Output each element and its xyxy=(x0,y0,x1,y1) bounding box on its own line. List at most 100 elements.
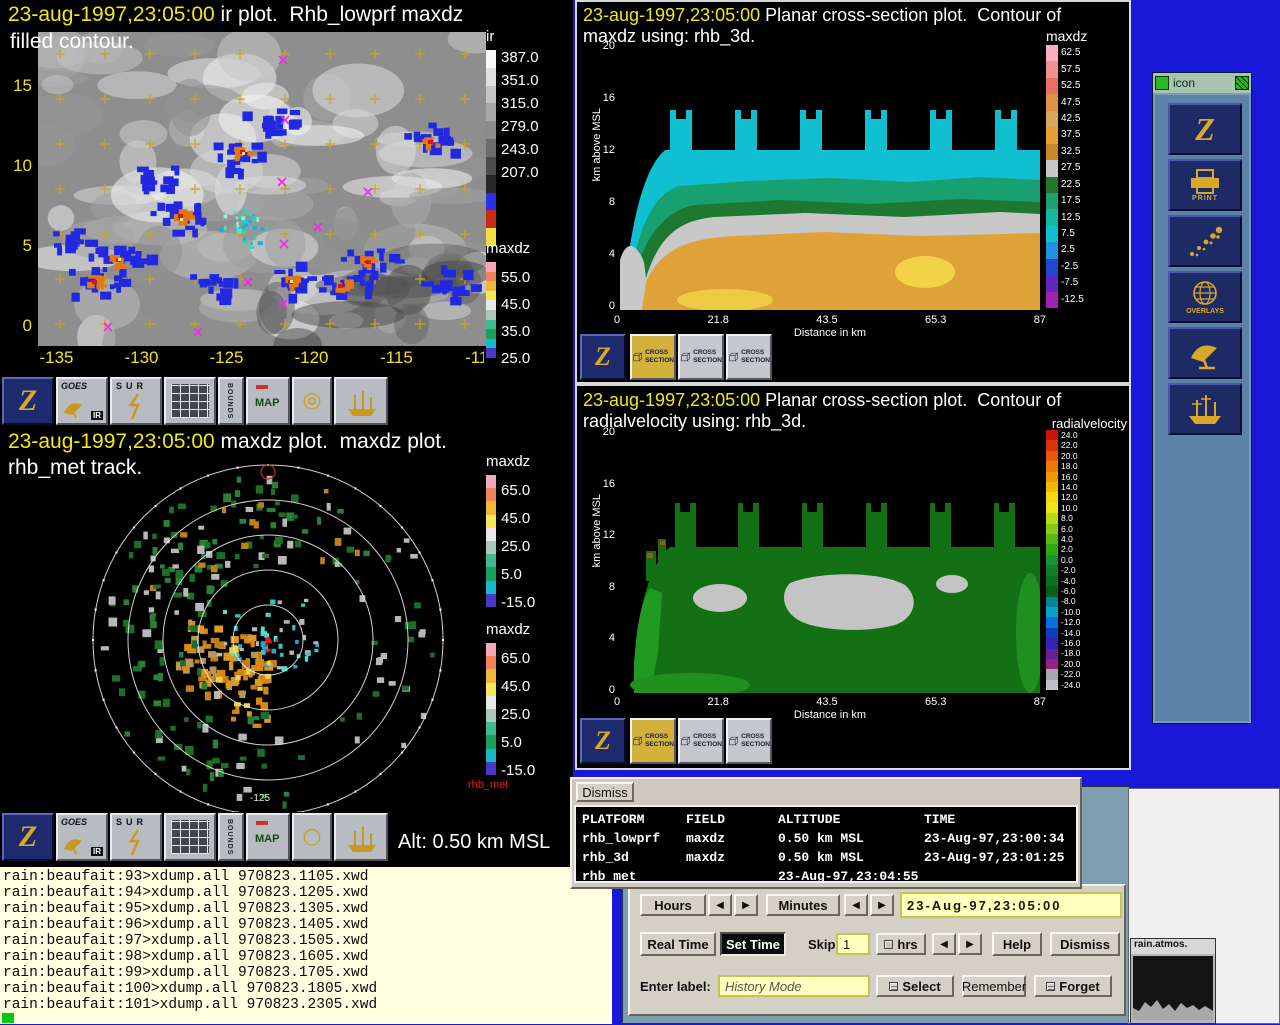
skip-forward-button[interactable]: ▶ xyxy=(958,933,982,955)
section-label: SECTION xyxy=(693,357,722,365)
sidebar-radar-button[interactable] xyxy=(1168,327,1242,379)
terminal-line: rain:beaufait:99>xdump.all 970823.1705.x… xyxy=(0,965,612,981)
time-display-field[interactable]: 23-Aug-97,23:05:00 xyxy=(900,892,1122,918)
colorbar-entry: -14.0 xyxy=(1046,628,1080,638)
grid-icon xyxy=(171,384,209,418)
real-time-button[interactable]: Real Time xyxy=(640,932,716,956)
platform-dialog: Dismiss PLATFORM FIELD ALTITUDE TIME rhb… xyxy=(570,777,1082,889)
map-red-mark xyxy=(256,821,268,825)
surface-radar-button[interactable]: SUR xyxy=(110,813,162,861)
minutes-back-button[interactable]: ◀ xyxy=(844,894,868,916)
range-rings-button[interactable]: ○ xyxy=(292,813,332,861)
ir-colorbar xyxy=(486,50,496,246)
colorbar-segment xyxy=(486,348,496,358)
xs-maxdz-contour-plot[interactable] xyxy=(620,48,1040,310)
xterm-window[interactable]: rain:beaufait:93>xdump.all 970823.1105.x… xyxy=(0,867,612,1024)
colorbar-segment xyxy=(486,339,496,349)
colorbar-segment xyxy=(486,762,496,775)
colorbar-tick: 243.0 xyxy=(501,138,539,161)
set-time-button[interactable]: Set Time xyxy=(720,932,786,956)
bounds-button[interactable]: BOUNDS xyxy=(218,377,244,425)
label-input-field[interactable]: History Mode xyxy=(718,975,870,997)
rings-icon: ◎ xyxy=(294,379,330,423)
colorbar-tick: 37.5 xyxy=(1061,130,1080,140)
map-button[interactable]: MAP xyxy=(246,377,290,425)
cell-time: 23-Aug-97,23:01:25 xyxy=(924,848,1074,867)
grid-icon xyxy=(171,820,209,854)
skip-back-button[interactable]: ◀ xyxy=(932,933,956,955)
minutes-forward-button[interactable]: ▶ xyxy=(870,894,894,916)
cross-section-button-3[interactable]: CROSSSECTION xyxy=(726,718,772,764)
colorbar-segment xyxy=(486,68,496,86)
zebra-logo-button[interactable]: Z xyxy=(2,377,54,425)
icon-window-title: icon xyxy=(1173,76,1195,90)
select-button[interactable]: Select xyxy=(876,975,954,997)
cross-section-button-1[interactable]: CROSSSECTION xyxy=(630,718,676,764)
colorbar-segment xyxy=(486,643,496,656)
rings-icon: ○ xyxy=(294,815,330,859)
grid-button[interactable] xyxy=(164,377,216,425)
help-button[interactable]: Help xyxy=(992,932,1042,956)
ppi-radar-display[interactable] xyxy=(28,462,483,812)
platform-row[interactable]: rhb_3d maxdz 0.50 km MSL 23-Aug-97,23:01… xyxy=(582,848,1074,867)
icon-window-titlebar[interactable]: icon xyxy=(1153,73,1251,93)
sidebar-overlays-button[interactable]: OVERLAYS xyxy=(1168,271,1242,323)
window-menu-button[interactable] xyxy=(1155,76,1169,90)
x-tick: 21.8 xyxy=(707,314,728,326)
range-rings-button[interactable]: ◎ xyxy=(292,377,332,425)
colorbar-entry: 32.5 xyxy=(1046,144,1084,160)
ir-satellite-image[interactable] xyxy=(38,32,486,346)
skip-value-field[interactable]: 1 xyxy=(836,933,870,955)
skip-units-toggle[interactable]: hrs xyxy=(876,933,926,955)
colorbar-entry: 47.5 xyxy=(1046,94,1084,110)
sidebar-ship-button[interactable] xyxy=(1168,383,1242,435)
colorbar-swatch xyxy=(1046,617,1058,627)
colorbar-tick: -4.0 xyxy=(1061,577,1076,586)
colorbar-tick: 207.0 xyxy=(501,161,539,184)
hours-button[interactable]: Hours xyxy=(640,894,706,916)
colorbar-swatch xyxy=(1046,659,1058,669)
colorbar-tick: 57.5 xyxy=(1061,65,1080,75)
sidebar-print-button[interactable]: PRINT xyxy=(1168,159,1242,211)
cross-section-button-2[interactable]: CROSSSECTION xyxy=(678,718,724,764)
colorbar-swatch xyxy=(1046,78,1058,94)
cell-field: maxdz xyxy=(686,829,778,848)
goes-ir-button[interactable]: GOES IR xyxy=(56,377,108,425)
map-button[interactable]: MAP xyxy=(246,813,290,861)
ppi-colorbar-lower-label: maxdz xyxy=(486,621,530,638)
minutes-button[interactable]: Minutes xyxy=(766,894,840,916)
header-field: FIELD xyxy=(686,810,778,829)
cross-section-button-1[interactable]: CROSSSECTION xyxy=(630,334,676,380)
colorbar-tick: 55.0 xyxy=(501,264,530,291)
surface-radar-button[interactable]: SUR xyxy=(110,377,162,425)
forget-button[interactable]: Forget xyxy=(1034,975,1112,997)
dialog-dismiss-button[interactable]: Dismiss xyxy=(576,782,634,802)
enter-label-caption: Enter label: xyxy=(640,979,711,994)
zebra-logo-button[interactable]: Z xyxy=(2,813,54,861)
goes-ir-button[interactable]: GOES IR xyxy=(56,813,108,861)
zebra-logo-button[interactable]: Z xyxy=(580,718,626,764)
colorbar-swatch xyxy=(1046,503,1058,513)
sidebar-spray-button[interactable] xyxy=(1168,215,1242,267)
grid-button[interactable] xyxy=(164,813,216,861)
y-tick: 0 xyxy=(601,684,615,696)
remember-button[interactable]: Remember xyxy=(962,975,1026,997)
platform-row[interactable]: rhb_lowprf maxdz 0.50 km MSL 23-Aug-97,2… xyxy=(582,829,1074,848)
cross-section-button-2[interactable]: CROSSSECTION xyxy=(678,334,724,380)
cross-section-button-3[interactable]: CROSSSECTION xyxy=(726,334,772,380)
hours-back-button[interactable]: ◀ xyxy=(708,894,732,916)
zebra-logo-button[interactable]: Z xyxy=(580,334,626,380)
mini-graph-window[interactable]: rain.atmos. xyxy=(1130,938,1216,1024)
platform-row[interactable]: rhb_met 23-Aug-97,23:04:55 xyxy=(582,867,1074,886)
sidebar-zebra-button[interactable]: Z xyxy=(1168,103,1242,155)
colorbar-swatch xyxy=(1046,177,1058,193)
ship-platform-button[interactable] xyxy=(334,813,388,861)
dismiss-button[interactable]: Dismiss xyxy=(1050,932,1120,956)
ship-platform-button[interactable] xyxy=(334,377,388,425)
xs-rv-contour-plot[interactable] xyxy=(620,433,1040,693)
colorbar-swatch xyxy=(1046,292,1058,308)
hours-forward-button[interactable]: ▶ xyxy=(734,894,758,916)
window-restore-button[interactable] xyxy=(1235,76,1249,90)
y-tick: 16 xyxy=(601,92,615,104)
bounds-button[interactable]: BOUNDS xyxy=(218,813,244,861)
